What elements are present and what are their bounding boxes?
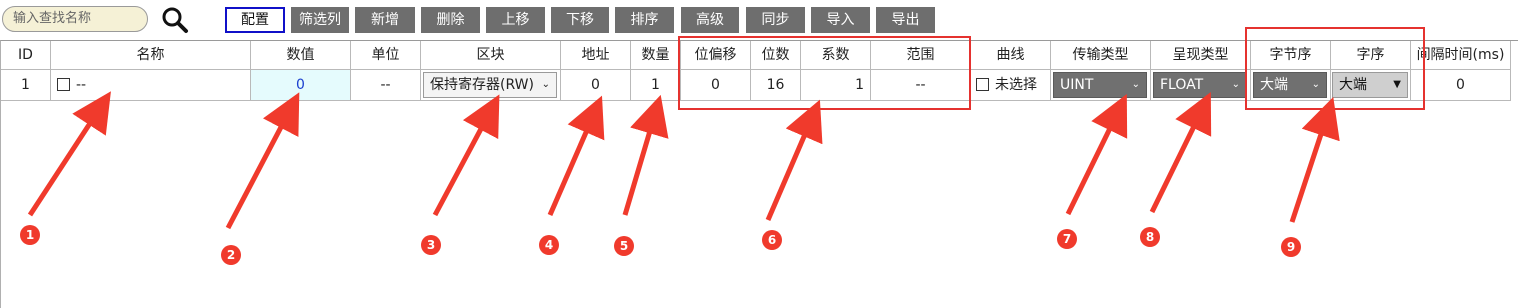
- move-up-button[interactable]: 上移: [486, 7, 545, 33]
- cell-curve[interactable]: 未选择: [971, 70, 1051, 101]
- header-address[interactable]: 地址: [561, 41, 631, 70]
- search-icon: [162, 7, 188, 33]
- cell-name[interactable]: --: [51, 70, 251, 101]
- marker-3: 3: [421, 235, 441, 255]
- curve-checkbox[interactable]: [976, 77, 989, 91]
- block-select-value: 保持寄存器(RW): [430, 77, 534, 93]
- cell-id: 1: [1, 70, 51, 101]
- marker-5: 5: [614, 236, 634, 256]
- delete-button[interactable]: 删除: [421, 7, 480, 33]
- header-name[interactable]: 名称: [51, 41, 251, 70]
- config-button[interactable]: 配置: [225, 7, 285, 33]
- add-button[interactable]: 新增: [355, 7, 415, 33]
- search-button[interactable]: [160, 6, 190, 34]
- curve-text: 未选择: [995, 77, 1037, 93]
- cell-value[interactable]: 0: [251, 70, 351, 101]
- chevron-down-icon: ⌄: [1231, 79, 1240, 90]
- name-text: --: [76, 77, 87, 93]
- marker-9: 9: [1281, 237, 1301, 257]
- transfer-type-select[interactable]: UINT ⌄: [1053, 72, 1147, 98]
- filter-columns-button[interactable]: 筛选列: [291, 7, 349, 33]
- marker-6: 6: [762, 230, 782, 250]
- cell-unit[interactable]: --: [351, 70, 421, 101]
- highlight-box-order-fields: [1245, 27, 1425, 110]
- sort-button[interactable]: 排序: [615, 7, 674, 33]
- chevron-down-icon: ⌄: [1131, 79, 1140, 90]
- marker-7: 7: [1057, 229, 1077, 249]
- header-curve[interactable]: 曲线: [971, 41, 1051, 70]
- header-id[interactable]: ID: [1, 41, 51, 70]
- display-type-select[interactable]: FLOAT ⌄: [1153, 72, 1247, 98]
- block-select[interactable]: 保持寄存器(RW) ⌄: [423, 72, 557, 98]
- advanced-button[interactable]: 高级: [681, 7, 739, 33]
- header-count[interactable]: 数量: [631, 41, 681, 70]
- marker-4: 4: [539, 235, 559, 255]
- header-transfer-type[interactable]: 传输类型: [1051, 41, 1151, 70]
- import-button[interactable]: 导入: [811, 7, 870, 33]
- sync-button[interactable]: 同步: [746, 7, 805, 33]
- header-value[interactable]: 数值: [251, 41, 351, 70]
- marker-1: 1: [20, 225, 40, 245]
- display-type-value: FLOAT: [1160, 77, 1204, 93]
- row-checkbox[interactable]: [57, 77, 70, 91]
- cell-interval[interactable]: 0: [1411, 70, 1511, 101]
- cell-count[interactable]: 1: [631, 70, 681, 101]
- chevron-down-icon: ⌄: [541, 79, 550, 90]
- transfer-type-value: UINT: [1060, 77, 1094, 93]
- search-input[interactable]: 输入查找名称: [2, 6, 148, 32]
- cell-address[interactable]: 0: [561, 70, 631, 101]
- header-block[interactable]: 区块: [421, 41, 561, 70]
- marker-2: 2: [221, 245, 241, 265]
- move-down-button[interactable]: 下移: [551, 7, 609, 33]
- export-button[interactable]: 导出: [876, 7, 935, 33]
- header-display-type[interactable]: 呈现类型: [1151, 41, 1251, 70]
- highlight-box-bit-fields: [678, 36, 971, 110]
- header-interval[interactable]: 间隔时间(ms): [1411, 41, 1511, 70]
- header-unit[interactable]: 单位: [351, 41, 421, 70]
- marker-8: 8: [1140, 227, 1160, 247]
